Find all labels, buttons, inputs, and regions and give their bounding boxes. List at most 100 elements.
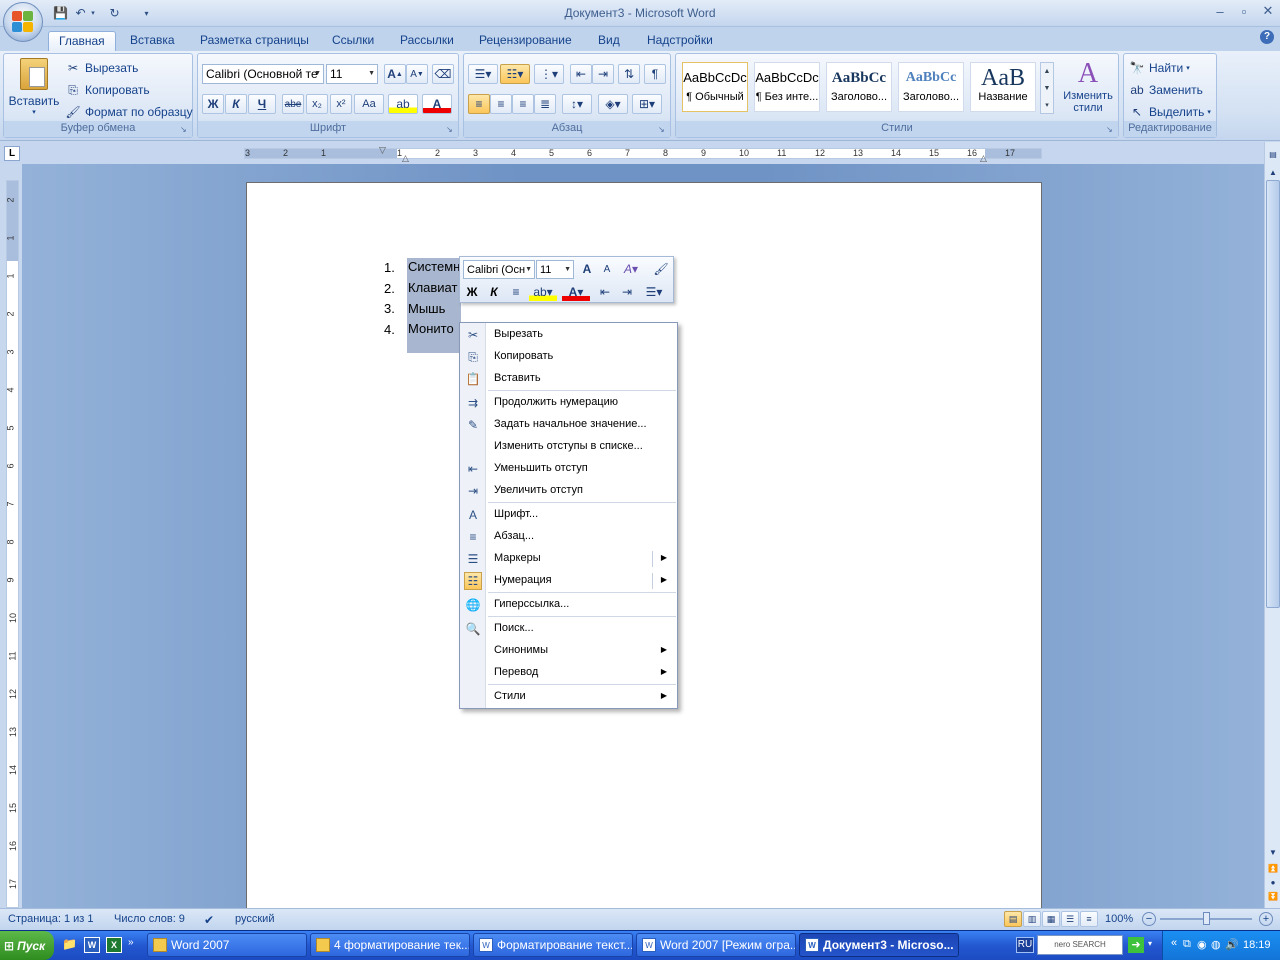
mini-font-combo[interactable]: Calibri (Осн ▼ [463, 260, 535, 279]
styles-icon[interactable]: A▾ [622, 260, 640, 278]
zoom-out-icon[interactable]: − [1142, 912, 1156, 926]
vertical-ruler[interactable]: 2 1 1 2 3 4 5 6 7 8 9 10 11 12 13 14 15 16 17 [6, 180, 19, 908]
vertical-scrollbar[interactable]: ▤ ▲ ▼ ⏫ ● ⏬ [1264, 142, 1280, 908]
next-page-icon[interactable]: ⏬ [1266, 890, 1280, 904]
zoom-level[interactable]: 100% [1105, 913, 1133, 925]
context-menu-item[interactable]: ≡ Абзац... [460, 526, 677, 548]
outline-icon[interactable]: ☰ [1061, 911, 1079, 927]
start-button[interactable]: ⊞ Пуск [0, 931, 54, 960]
show-marks-icon[interactable]: ¶ [644, 64, 666, 84]
align-center-icon[interactable]: ≡ [490, 94, 512, 114]
decrease-indent-icon[interactable]: ⇤ [596, 283, 614, 301]
quicklaunch-expand-icon[interactable]: » [128, 937, 134, 948]
style-heading-2[interactable]: AaBbCc Заголово... [898, 62, 964, 112]
decrease-indent-icon[interactable]: ⇤ [570, 64, 592, 84]
style-no-spacing[interactable]: AaBbCcDc ¶ Без инте... [754, 62, 820, 112]
context-menu-item[interactable]: 🔍 Поиск... [460, 618, 677, 640]
list-item[interactable]: Монито [407, 320, 461, 353]
tab-selector[interactable]: L [4, 146, 20, 161]
superscript-button[interactable]: x² [330, 94, 352, 114]
volume-icon[interactable]: 🔊 [1225, 938, 1239, 951]
underline-button[interactable]: Ч [248, 94, 276, 114]
style-heading-1[interactable]: AaBbCc Заголово... [826, 62, 892, 112]
bullets-icon[interactable]: ☰▾ [468, 64, 498, 84]
antivirus-icon[interactable]: ◉ [1197, 938, 1207, 951]
taskbar-item[interactable]: W Форматирование текст... [473, 933, 633, 957]
folder-quicklaunch-icon[interactable]: 📁 [62, 937, 78, 953]
language-indicator[interactable]: RU [1016, 937, 1034, 953]
grow-font-icon[interactable]: A [578, 260, 596, 278]
increase-indent-icon[interactable]: ⇥ [592, 64, 614, 84]
numbering-icon[interactable]: ☷▾ [500, 64, 530, 84]
dialog-launcher-icon[interactable]: ↘ [658, 125, 668, 135]
dialog-launcher-icon[interactable]: ↘ [1106, 125, 1116, 135]
right-indent-icon[interactable]: △ [980, 153, 987, 164]
clear-formatting-icon[interactable]: ⌫ [432, 64, 454, 84]
list-item[interactable]: Клавиат [407, 279, 461, 300]
style-title[interactable]: AaB Название [970, 62, 1036, 112]
taskbar-item[interactable]: Word 2007 [147, 933, 307, 957]
context-menu-item[interactable]: ☰ Маркеры ▶ [460, 548, 677, 570]
context-menu-item[interactable]: ⎘ Копировать [460, 346, 677, 368]
shrink-font-icon[interactable]: A [598, 260, 616, 278]
zoom-in-icon[interactable]: + [1259, 912, 1273, 926]
line-spacing-icon[interactable]: ↕▾ [562, 94, 592, 114]
copy-button[interactable]: ⎘ Копировать [64, 81, 149, 99]
tab-home[interactable]: Главная [48, 31, 116, 51]
scroll-down-icon[interactable]: ▼ [1266, 846, 1280, 860]
tab-review[interactable]: Рецензирование [469, 31, 582, 51]
italic-button[interactable]: К [485, 283, 503, 301]
excel-quicklaunch-icon[interactable]: X [106, 937, 122, 953]
close-icon[interactable]: ✕ [1256, 3, 1280, 19]
borders-icon[interactable]: ⊞▾ [632, 94, 662, 114]
language[interactable]: русский [235, 913, 274, 925]
highlight-icon[interactable]: ab▾ [529, 283, 557, 301]
taskbar-item[interactable]: W Word 2007 [Режим огра... [636, 933, 796, 957]
scroll-thumb[interactable] [1266, 180, 1280, 608]
status-icon[interactable]: ◍ [1211, 938, 1221, 951]
help-icon[interactable]: ? [1260, 30, 1274, 44]
list-item[interactable]: Мышь [407, 300, 461, 321]
justify-icon[interactable]: ≣ [534, 94, 556, 114]
scroll-up-icon[interactable]: ▲ [1266, 166, 1280, 180]
context-menu-item[interactable]: ✂ Вырезать [460, 324, 677, 346]
draft-icon[interactable]: ≡ [1080, 911, 1098, 927]
multilevel-list-icon[interactable]: ⋮▾ [534, 64, 564, 84]
context-menu-item[interactable]: Синонимы ▶ [460, 640, 677, 662]
change-styles-button[interactable]: A Изменить стили [1058, 58, 1118, 114]
print-layout-icon[interactable]: ▤ [1004, 911, 1022, 927]
minimize-icon[interactable]: – [1208, 3, 1232, 19]
office-button[interactable] [3, 2, 43, 42]
font-color-icon[interactable]: A [422, 94, 452, 114]
bold-button[interactable]: Ж [202, 94, 224, 114]
replace-button[interactable]: ab Заменить [1128, 81, 1203, 99]
search-dropdown-icon[interactable]: ▾ [1148, 939, 1152, 948]
taskbar-item[interactable]: 4 форматирование тек... [310, 933, 470, 957]
strikethrough-button[interactable]: abe [282, 94, 304, 114]
center-icon[interactable]: ≡ [507, 283, 525, 301]
word-count[interactable]: Число слов: 9 [114, 913, 185, 925]
mini-size-combo[interactable]: 11 ▼ [536, 260, 574, 279]
context-menu-item[interactable]: Стили ▶ [460, 686, 677, 708]
paste-button[interactable]: Вставить ▾ [8, 56, 60, 120]
styles-scroll[interactable]: ▲ ▼ ▾ [1040, 62, 1054, 114]
proofing-icon[interactable]: ✔ [204, 913, 214, 927]
subscript-button[interactable]: x₂ [306, 94, 328, 114]
cut-button[interactable]: ✂ Вырезать [64, 59, 138, 77]
maximize-icon[interactable]: ▫ [1232, 3, 1256, 19]
dialog-launcher-icon[interactable]: ↘ [180, 125, 190, 135]
previous-page-icon[interactable]: ⏫ [1266, 862, 1280, 876]
network-icon[interactable]: ⧉ [1183, 938, 1191, 951]
shrink-font-icon[interactable]: A ▼ [406, 64, 428, 84]
bold-button[interactable]: Ж [463, 283, 481, 301]
browse-object-icon[interactable]: ● [1266, 876, 1280, 890]
format-painter-button[interactable]: 🖌 Формат по образцу [64, 103, 192, 121]
font-name-combo[interactable]: Calibri (Основной те ▼ [202, 64, 324, 84]
tab-mailings[interactable]: Рассылки [390, 31, 464, 51]
dialog-launcher-icon[interactable]: ↘ [446, 125, 456, 135]
tab-references[interactable]: Ссылки [322, 31, 384, 51]
change-case-button[interactable]: Aa [354, 94, 384, 114]
full-screen-icon[interactable]: ▥ [1023, 911, 1041, 927]
list-item[interactable]: Системн [407, 258, 461, 279]
increase-indent-icon[interactable]: ⇥ [618, 283, 636, 301]
